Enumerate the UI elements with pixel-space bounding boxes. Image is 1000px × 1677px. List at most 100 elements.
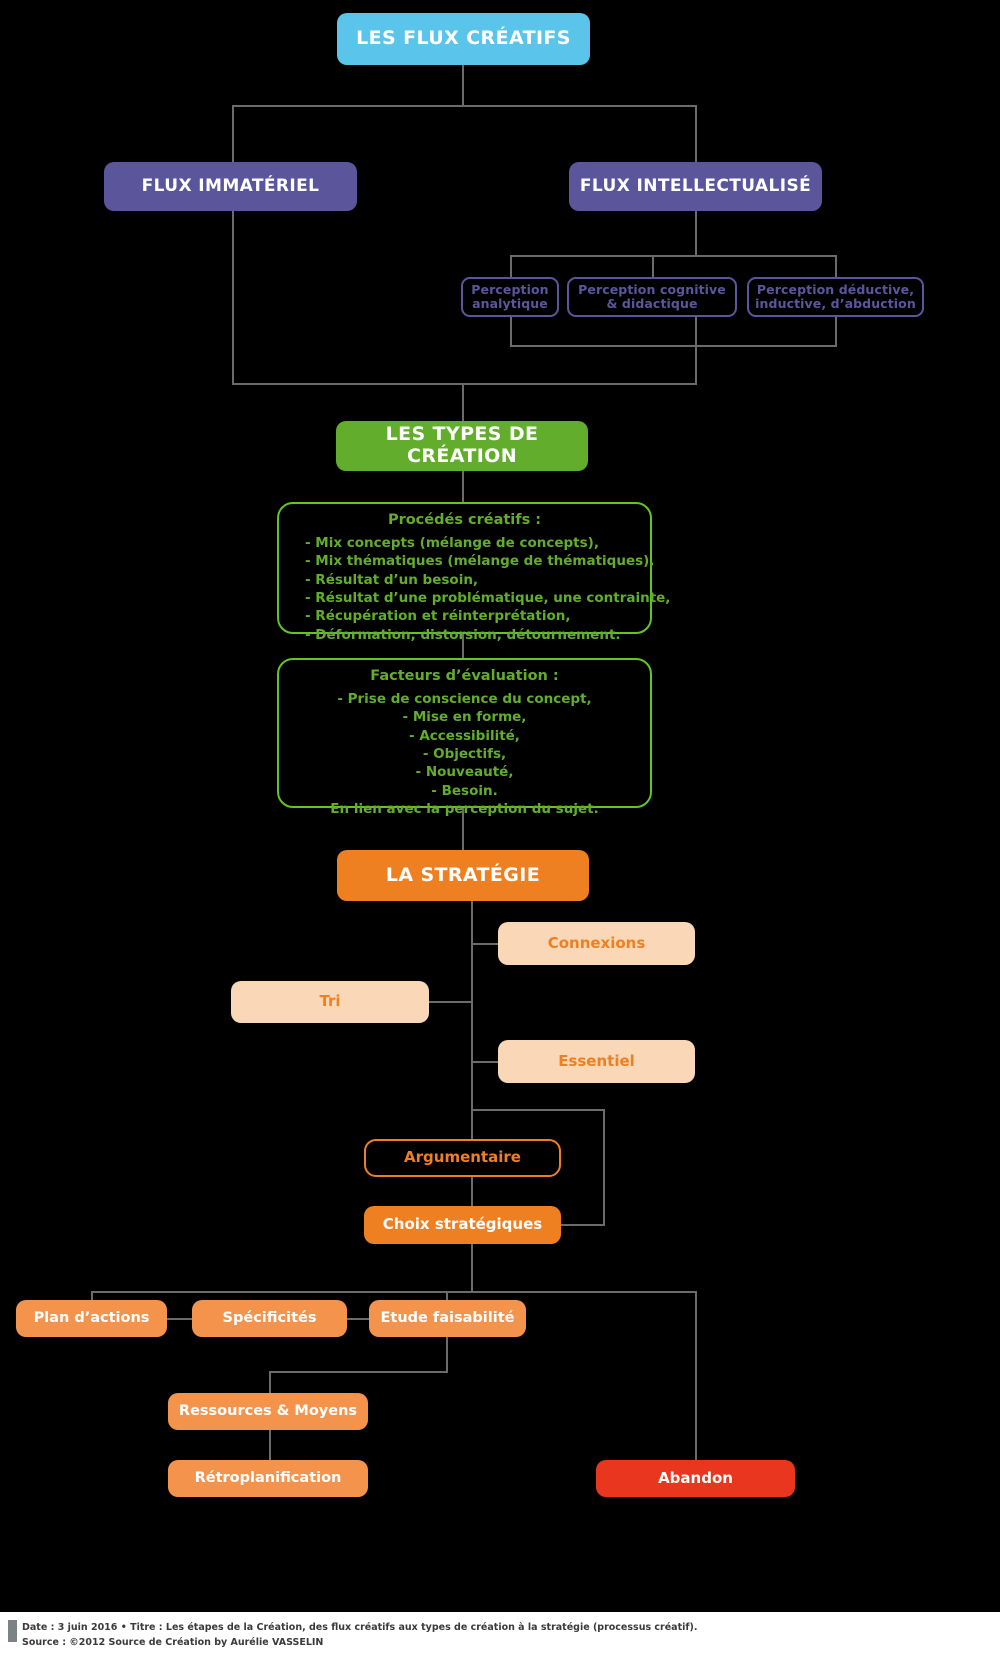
connector-ressources-to-retro xyxy=(269,1430,271,1460)
node-connexions: Connexions xyxy=(498,922,695,965)
connector-to-connexions xyxy=(471,943,498,945)
connector-loop-bottom xyxy=(560,1224,605,1226)
node-perception-deductive: Perception déductive, inductive, d’abduc… xyxy=(747,277,924,317)
node-label-line2: analytique xyxy=(472,296,548,311)
node-abandon: Abandon xyxy=(596,1460,795,1497)
connector-intel-down xyxy=(695,317,697,383)
connector-specificites-to-etude xyxy=(347,1318,369,1320)
connector-types-to-procedes xyxy=(462,471,464,502)
connector-perception-split xyxy=(510,255,836,257)
node-choix-strategiques: Choix stratégiques xyxy=(364,1206,561,1244)
node-perception-cognitive: Perception cognitive & didactique xyxy=(567,277,737,317)
list-item: En lien avec la perception du sujet. xyxy=(330,801,599,818)
node-specificites: Spécificités xyxy=(192,1300,347,1337)
list-item: - Mise en forme, xyxy=(402,709,527,726)
footer-accent-bar xyxy=(8,1620,17,1642)
connector-branch-abandon xyxy=(695,1291,697,1460)
list-item: - Besoin. xyxy=(431,782,498,799)
connector-branch-plan xyxy=(91,1291,93,1300)
node-label: LES FLUX CRÉATIFS xyxy=(356,27,571,50)
connector-plan-to-specificites xyxy=(167,1318,192,1320)
connector-flux-left xyxy=(232,105,234,162)
connector-choix-down xyxy=(471,1244,473,1291)
list-item: - Objectifs, xyxy=(422,746,507,763)
node-flux-intellectualise: FLUX INTELLECTUALISÉ xyxy=(569,162,822,211)
node-label: Ressources & Moyens xyxy=(178,1403,358,1420)
connector-immateriel-down xyxy=(232,211,234,383)
connector-perception-3 xyxy=(835,255,837,277)
connector-ressources-stem xyxy=(269,1371,271,1393)
list-item: - Récupération et réinterprétation, xyxy=(305,608,571,625)
connector-perc-bottom-rail xyxy=(510,345,837,347)
connector-ressources-rail xyxy=(269,1371,448,1373)
node-label: Essentiel xyxy=(558,1051,635,1070)
connector-etude-down xyxy=(446,1337,448,1372)
list-item: - Déformation, distorsion, détournement. xyxy=(305,626,621,643)
node-la-strategie: LA STRATÉGIE xyxy=(337,850,589,901)
node-label-line2: inductive, d’abduction xyxy=(755,296,916,311)
node-label: FLUX INTELLECTUALISÉ xyxy=(579,175,812,196)
node-label-line1: Perception xyxy=(471,281,549,297)
connector-strategy-spine xyxy=(471,901,473,1109)
connector-argumentaire-to-choix xyxy=(471,1177,473,1206)
footer-line-date-title: Date : 3 juin 2016 • Titre : Les étapes … xyxy=(22,1622,698,1633)
footer: Date : 3 juin 2016 • Titre : Les étapes … xyxy=(0,1612,1000,1677)
list-item: - Résultat d’un besoin, xyxy=(305,571,479,588)
list-item: - Mix concepts (mélange de concepts), xyxy=(305,535,599,551)
diagram-canvas: LES FLUX CRÉATIFS FLUX IMMATÉRIEL FLUX I… xyxy=(0,0,1000,1677)
panel-procedes-creatifs: Procédés créatifs : - Mix concepts (méla… xyxy=(277,502,670,643)
footer-line-source: Source : ©2012 Source de Création by Aur… xyxy=(22,1637,324,1649)
node-argumentaire: Argumentaire xyxy=(364,1139,561,1177)
node-label: Connexions xyxy=(547,933,646,952)
panel-facteurs-evaluation: Facteurs d’évaluation : - Prise de consc… xyxy=(277,658,652,817)
node-plan-d-actions: Plan d’actions xyxy=(16,1300,167,1337)
connector-title-stem xyxy=(462,65,464,107)
list-item: - Nouveauté, xyxy=(415,764,514,781)
node-perception-analytique: Perception analytique xyxy=(461,277,559,317)
node-label: Tri xyxy=(319,992,341,1011)
connector-perception-1 xyxy=(510,255,512,277)
node-label-line1: Perception cognitive xyxy=(578,281,726,297)
node-label: Plan d’actions xyxy=(33,1310,150,1327)
node-label: Etude faisabilité xyxy=(380,1310,515,1327)
node-label-line2: & didactique xyxy=(606,296,698,311)
node-label: LA STRATÉGIE xyxy=(385,863,541,886)
node-essentiel: Essentiel xyxy=(498,1040,695,1083)
list-item: - Résultat d’une problématique, une cont… xyxy=(305,590,671,607)
node-label: Spécificités xyxy=(222,1310,317,1327)
connector-branch-etude xyxy=(446,1291,448,1300)
connector-facteurs-to-strategie xyxy=(462,808,464,850)
connector-flux-split xyxy=(232,105,697,107)
node-flux-immateriel: FLUX IMMATÉRIEL xyxy=(104,162,357,211)
panel-list: - Mix concepts (mélange de concepts), - … xyxy=(289,534,671,644)
list-item: - Prise de conscience du concept, xyxy=(337,691,592,707)
panel-title: Facteurs d’évaluation : xyxy=(370,668,559,684)
connector-loop-right xyxy=(603,1109,605,1225)
node-label: Abandon xyxy=(658,1468,733,1487)
node-ressources-moyens: Ressources & Moyens xyxy=(168,1393,368,1430)
connector-to-tri xyxy=(429,1001,472,1003)
node-label: Argumentaire xyxy=(404,1148,521,1167)
connector-loop-top xyxy=(471,1109,605,1111)
node-label-line1: Perception déductive, xyxy=(756,281,915,297)
connector-spine-to-argumentaire xyxy=(471,1109,473,1139)
node-les-flux-creatifs: LES FLUX CRÉATIFS xyxy=(337,13,590,65)
node-label: FLUX IMMATÉRIEL xyxy=(141,175,320,196)
node-label: Choix stratégiques xyxy=(382,1215,543,1234)
list-item: - Mix thématiques (mélange de thématique… xyxy=(305,553,655,570)
node-retroplanification: Rétroplanification xyxy=(168,1460,368,1497)
connector-intel-stem xyxy=(695,211,697,255)
node-label: Rétroplanification xyxy=(194,1470,342,1487)
connector-procedes-to-facteurs xyxy=(462,634,464,658)
node-label: LES TYPES DE CRÉATION xyxy=(385,423,539,467)
list-item: - Accessibilité, xyxy=(409,727,520,744)
node-tri: Tri xyxy=(231,981,429,1023)
connector-flux-right xyxy=(695,105,697,162)
node-etude-faisabilite: Etude faisabilité xyxy=(369,1300,526,1337)
connector-merge-rail xyxy=(232,383,697,385)
connector-perception-2 xyxy=(652,255,654,277)
connector-bottom-split xyxy=(91,1291,697,1293)
node-types-de-creation: LES TYPES DE CRÉATION xyxy=(336,421,588,471)
panel-title: Procédés créatifs : xyxy=(387,512,542,528)
connector-merge-stem xyxy=(462,383,464,421)
